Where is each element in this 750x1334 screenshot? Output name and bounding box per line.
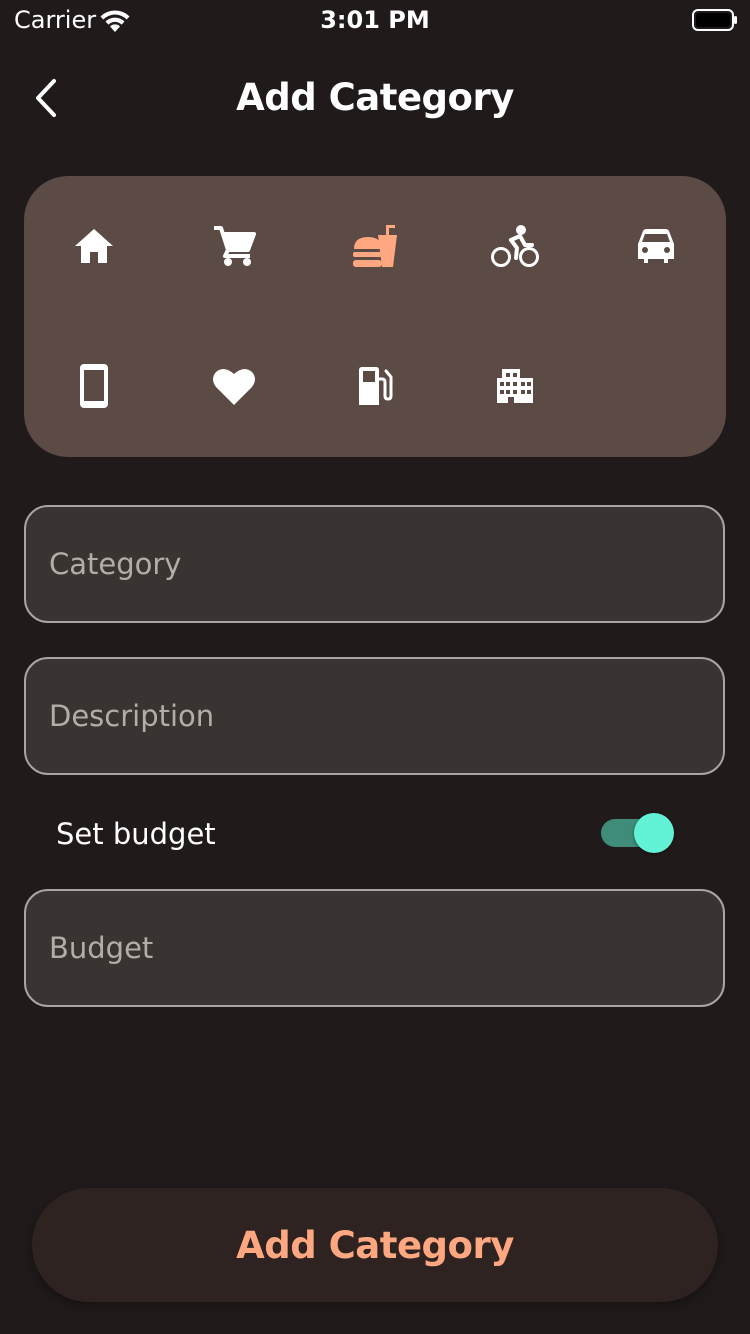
home-icon	[75, 229, 113, 263]
back-button[interactable]	[22, 72, 70, 124]
smartphone-icon	[80, 364, 108, 408]
heart-icon	[213, 368, 255, 405]
set-budget-toggle[interactable]	[601, 812, 675, 854]
icon-option-home[interactable]	[54, 206, 134, 286]
icon-option-smartphone[interactable]	[54, 346, 134, 426]
description-field[interactable]	[24, 657, 725, 775]
battery-icon	[692, 9, 737, 31]
category-field[interactable]	[24, 505, 725, 623]
fastfood-icon	[353, 225, 397, 267]
toggle-knob	[634, 813, 674, 853]
add-category-button[interactable]: Add Category	[32, 1188, 718, 1302]
category-input[interactable]	[49, 547, 723, 581]
page-title: Add Category	[236, 76, 514, 119]
icon-option-bicycle[interactable]	[475, 206, 555, 286]
building-icon	[497, 369, 533, 403]
icon-option-fastfood[interactable]	[335, 206, 415, 286]
icon-option-shopping-cart[interactable]	[194, 206, 274, 286]
budget-input[interactable]	[49, 931, 723, 965]
icon-option-fuel-station[interactable]	[335, 346, 415, 426]
set-budget-label: Set budget	[56, 817, 216, 851]
chevron-left-icon	[36, 79, 56, 117]
description-input[interactable]	[49, 699, 723, 733]
status-bar: Carrier 3:01 PM	[0, 0, 750, 40]
bicycle-icon	[491, 225, 539, 267]
icon-option-heart[interactable]	[194, 346, 274, 426]
icon-option-building[interactable]	[475, 346, 555, 426]
car-icon	[638, 229, 674, 263]
icon-picker	[24, 176, 726, 457]
shopping-cart-icon	[214, 226, 256, 266]
add-category-screen: Carrier 3:01 PM Add Category Category De…	[0, 0, 750, 1334]
icon-option-car[interactable]	[616, 206, 696, 286]
fuel-station-icon	[359, 367, 393, 405]
budget-field[interactable]	[24, 889, 725, 1007]
status-time: 3:01 PM	[320, 6, 430, 34]
